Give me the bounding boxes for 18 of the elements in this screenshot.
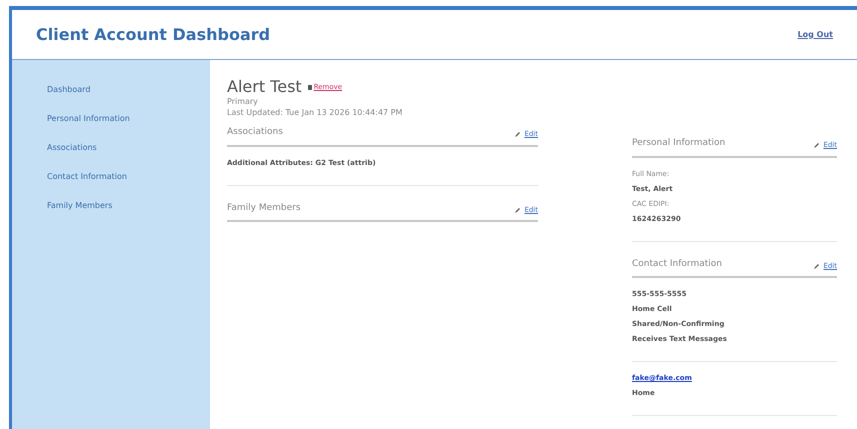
nav-link[interactable]: Dashboard (47, 82, 210, 98)
logout-link[interactable]: Log Out (798, 28, 833, 40)
client-role: Primary (227, 96, 259, 107)
pencil-icon (515, 131, 522, 138)
nav-link[interactable]: Personal Information (47, 111, 210, 127)
nav-link[interactable]: Family Members (47, 198, 210, 214)
section-title: Contact Information (632, 258, 722, 270)
pencil-icon (515, 206, 522, 213)
last-updated: Last Updated: Tue Jan 13 2026 10:44:47 PM (227, 107, 404, 118)
section-title: Associations (227, 126, 283, 139)
client-name: Alert Test (227, 78, 302, 96)
pencil-icon (814, 142, 820, 148)
app-title: Client Account Dashboard (36, 24, 270, 46)
pencil-icon (814, 262, 820, 269)
section-title: Family Members (227, 202, 301, 214)
nav-link[interactable]: Contact Information (47, 169, 210, 185)
section-title: Personal Information (632, 137, 726, 150)
nav-link[interactable]: Associations (47, 140, 210, 156)
